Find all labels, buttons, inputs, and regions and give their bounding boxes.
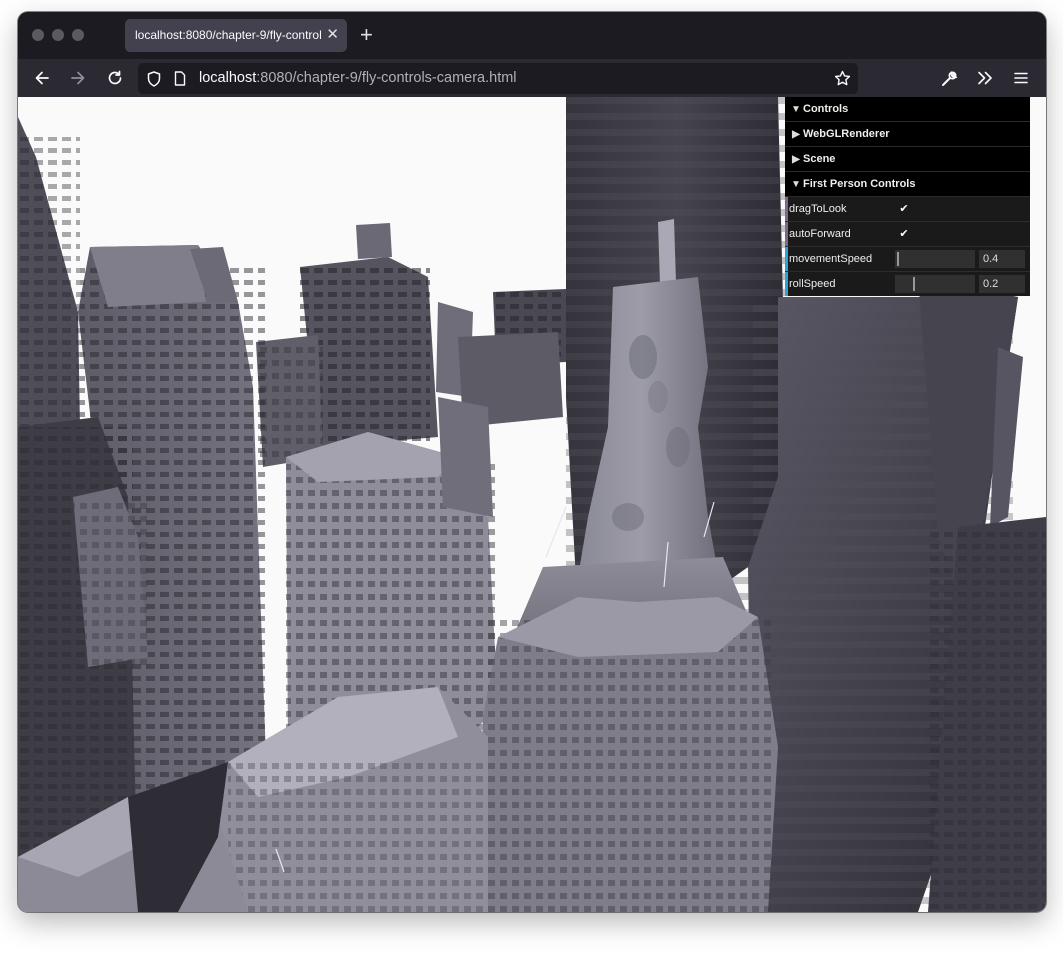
back-arrow-icon[interactable] [29,59,55,97]
scene-folder[interactable]: ▶ Scene [785,147,1030,172]
window-zoom-dot[interactable] [72,29,84,41]
url-bar[interactable]: localhost:8080/chapter-9/fly-controls-ca… [138,63,858,94]
boolean-stripe [785,197,788,221]
roll-speed-slider-handle[interactable] [913,277,915,291]
webgl-renderer-folder[interactable]: ▶ WebGLRenderer [785,122,1030,147]
movement-speed-label: movementSpeed [789,253,873,265]
url-path: :8080/chapter-9/fly-controls-camera.html [256,70,517,86]
roll-speed-row: rollSpeed 0.2 [785,272,1030,296]
webgl-renderer-folder-title: WebGLRenderer [803,128,890,140]
first-person-controls-folder-title: First Person Controls [803,178,916,190]
drag-to-look-checkbox[interactable]: ✔ [898,203,910,215]
controls-folder[interactable]: ▼ Controls [785,97,1030,122]
title-bar: localhost:8080/chapter-9/fly-controls-ca… [18,12,1046,59]
bookmark-star-icon[interactable] [832,63,852,94]
hamburger-menu-icon[interactable] [1008,59,1034,97]
roll-speed-label: rollSpeed [789,278,836,290]
webgl-viewport[interactable]: ▼ Controls ▶ WebGLRenderer ▶ Scene ▼ First P… [18,97,1046,912]
movement-speed-slider-handle[interactable] [897,252,899,266]
new-tab-icon[interactable]: + [360,22,373,48]
first-person-controls-folder[interactable]: ▼ First Person Controls [785,172,1030,197]
chevron-right-icon: ▶ [792,129,800,140]
drag-to-look-label: dragToLook [789,203,847,215]
tracking-protection-shield-icon[interactable] [146,63,162,94]
url-host: localhost [199,70,257,86]
auto-forward-checkbox[interactable]: ✔ [898,228,910,240]
auto-forward-label: autoForward [789,228,851,240]
chevron-double-right-icon[interactable] [972,59,998,97]
window-minimize-dot[interactable] [52,29,64,41]
boolean-stripe [785,222,788,246]
movement-speed-row: movementSpeed 0.4 [785,247,1030,272]
window-close-dot[interactable] [32,29,44,41]
tab-close-icon[interactable]: ✕ [326,19,339,52]
dat-gui-panel: ▼ Controls ▶ WebGLRenderer ▶ Scene ▼ First P… [785,97,1030,296]
browser-window: localhost:8080/chapter-9/fly-controls-ca… [18,12,1046,912]
auto-forward-row: autoForward ✔ [785,222,1030,247]
chevron-down-icon: ▼ [791,179,801,190]
chevron-right-icon: ▶ [792,154,800,165]
roll-speed-slider[interactable] [895,275,975,293]
number-stripe [785,247,788,271]
forward-arrow-icon[interactable] [65,59,91,97]
wrench-icon[interactable] [936,59,962,97]
roll-speed-input[interactable]: 0.2 [979,275,1025,293]
reload-icon[interactable] [102,59,128,97]
browser-tab[interactable]: localhost:8080/chapter-9/fly-controls-ca… [125,19,347,52]
page-info-icon[interactable] [172,63,188,94]
controls-folder-title: Controls [803,103,849,115]
drag-to-look-row: dragToLook ✔ [785,197,1030,222]
chevron-down-icon: ▼ [791,104,801,115]
navigation-bar: localhost:8080/chapter-9/fly-controls-ca… [18,59,1046,97]
movement-speed-slider[interactable] [895,250,975,268]
url-text[interactable]: localhost:8080/chapter-9/fly-controls-ca… [199,63,517,94]
number-stripe [785,272,788,296]
scene-folder-title: Scene [803,153,836,165]
movement-speed-input[interactable]: 0.4 [979,250,1025,268]
tab-title: localhost:8080/chapter-9/fly-controls-ca… [135,28,321,42]
